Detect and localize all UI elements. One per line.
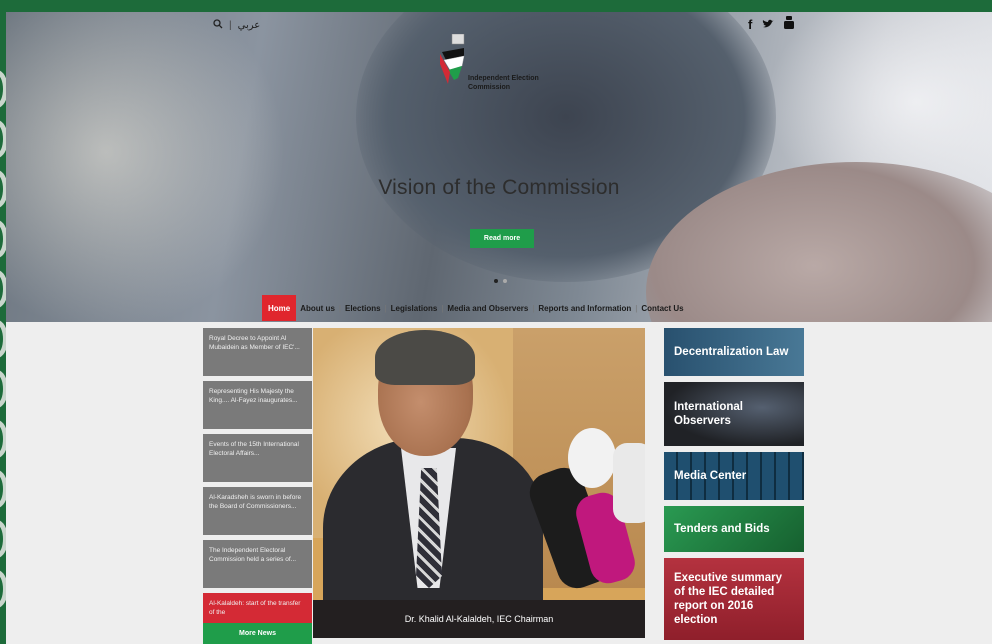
language-switch-link[interactable]: عربي — [238, 20, 261, 31]
facebook-icon[interactable]: f — [748, 17, 752, 32]
slider-dot-2[interactable] — [503, 279, 507, 283]
tile-executive-summary[interactable]: Executive summary of the IEC detailed re… — [664, 558, 804, 640]
website-page: | عربي f Independent Election Commission… — [6, 12, 992, 644]
slider-dots — [494, 279, 507, 283]
hero-title: Vision of the Commission — [378, 176, 620, 199]
news-list: Royal Decree to Appoint Al Mubaidein as … — [203, 328, 312, 644]
nav-elections[interactable]: Elections — [341, 295, 385, 321]
tile-label: Tenders and Bids — [674, 523, 770, 535]
main-nav: Home About us | Elections | Legislations… — [262, 295, 688, 321]
featured-photo[interactable]: Dr. Khalid Al-Kalaldeh, IEC Chairman — [313, 328, 645, 638]
microphone — [613, 443, 645, 523]
youtube-icon[interactable] — [784, 16, 795, 32]
news-item-active[interactable]: Al-Kalaldeh: start of the transfer of th… — [203, 593, 312, 623]
news-item[interactable]: Events of the 15th International Elector… — [203, 434, 312, 482]
nav-media-observers[interactable]: Media and Observers — [443, 295, 532, 321]
tile-media-center[interactable]: Media Center — [664, 452, 804, 500]
nav-legislations[interactable]: Legislations — [387, 295, 442, 321]
nav-home[interactable]: Home — [262, 295, 297, 321]
tile-decentralization-law[interactable]: Decentralization Law — [664, 328, 804, 376]
tile-international-observers[interactable]: International Observers — [664, 382, 804, 446]
tile-tenders-bids[interactable]: Tenders and Bids — [664, 506, 804, 552]
person-hair — [375, 330, 475, 385]
nav-contact-us[interactable]: Contact Us — [637, 295, 687, 321]
tile-label: Media Center — [674, 470, 747, 482]
more-news-button[interactable]: More News — [203, 623, 312, 644]
topbar-separator: | — [229, 20, 232, 31]
search-icon[interactable] — [213, 19, 223, 32]
page-frame: | عربي f Independent Election Commission… — [0, 0, 992, 644]
nav-about-us[interactable]: About us — [296, 295, 339, 321]
hero-slider: | عربي f Independent Election Commission… — [6, 12, 992, 322]
iec-logo[interactable]: Independent Election Commission — [438, 24, 588, 104]
news-item[interactable]: Royal Decree to Appoint Al Mubaidein as … — [203, 328, 312, 376]
quick-links: Decentralization Law International Obser… — [664, 328, 804, 644]
slider-dot-1[interactable] — [494, 279, 498, 283]
news-item[interactable]: Representing His Majesty the King.... Al… — [203, 381, 312, 429]
nav-reports[interactable]: Reports and Information — [534, 295, 635, 321]
tile-label: Decentralization Law — [674, 346, 789, 358]
tile-label: Executive summary of the IEC detailed re… — [674, 572, 783, 626]
photo-caption: Dr. Khalid Al-Kalaldeh, IEC Chairman — [313, 600, 645, 638]
topbar-tools: | عربي — [213, 19, 260, 32]
microphone-logo — [568, 428, 616, 488]
tile-label: International Observers — [674, 401, 744, 427]
news-item[interactable]: Al-Karadsheh is sworn in before the Boar… — [203, 487, 312, 535]
hero-bg-light — [6, 12, 286, 322]
social-links: f — [748, 16, 795, 32]
news-item[interactable]: The Independent Electoral Commission hel… — [203, 540, 312, 588]
logo-text: Independent Election Commission — [468, 75, 539, 91]
read-more-button[interactable]: Read more — [470, 229, 534, 248]
twitter-icon[interactable] — [762, 17, 774, 32]
